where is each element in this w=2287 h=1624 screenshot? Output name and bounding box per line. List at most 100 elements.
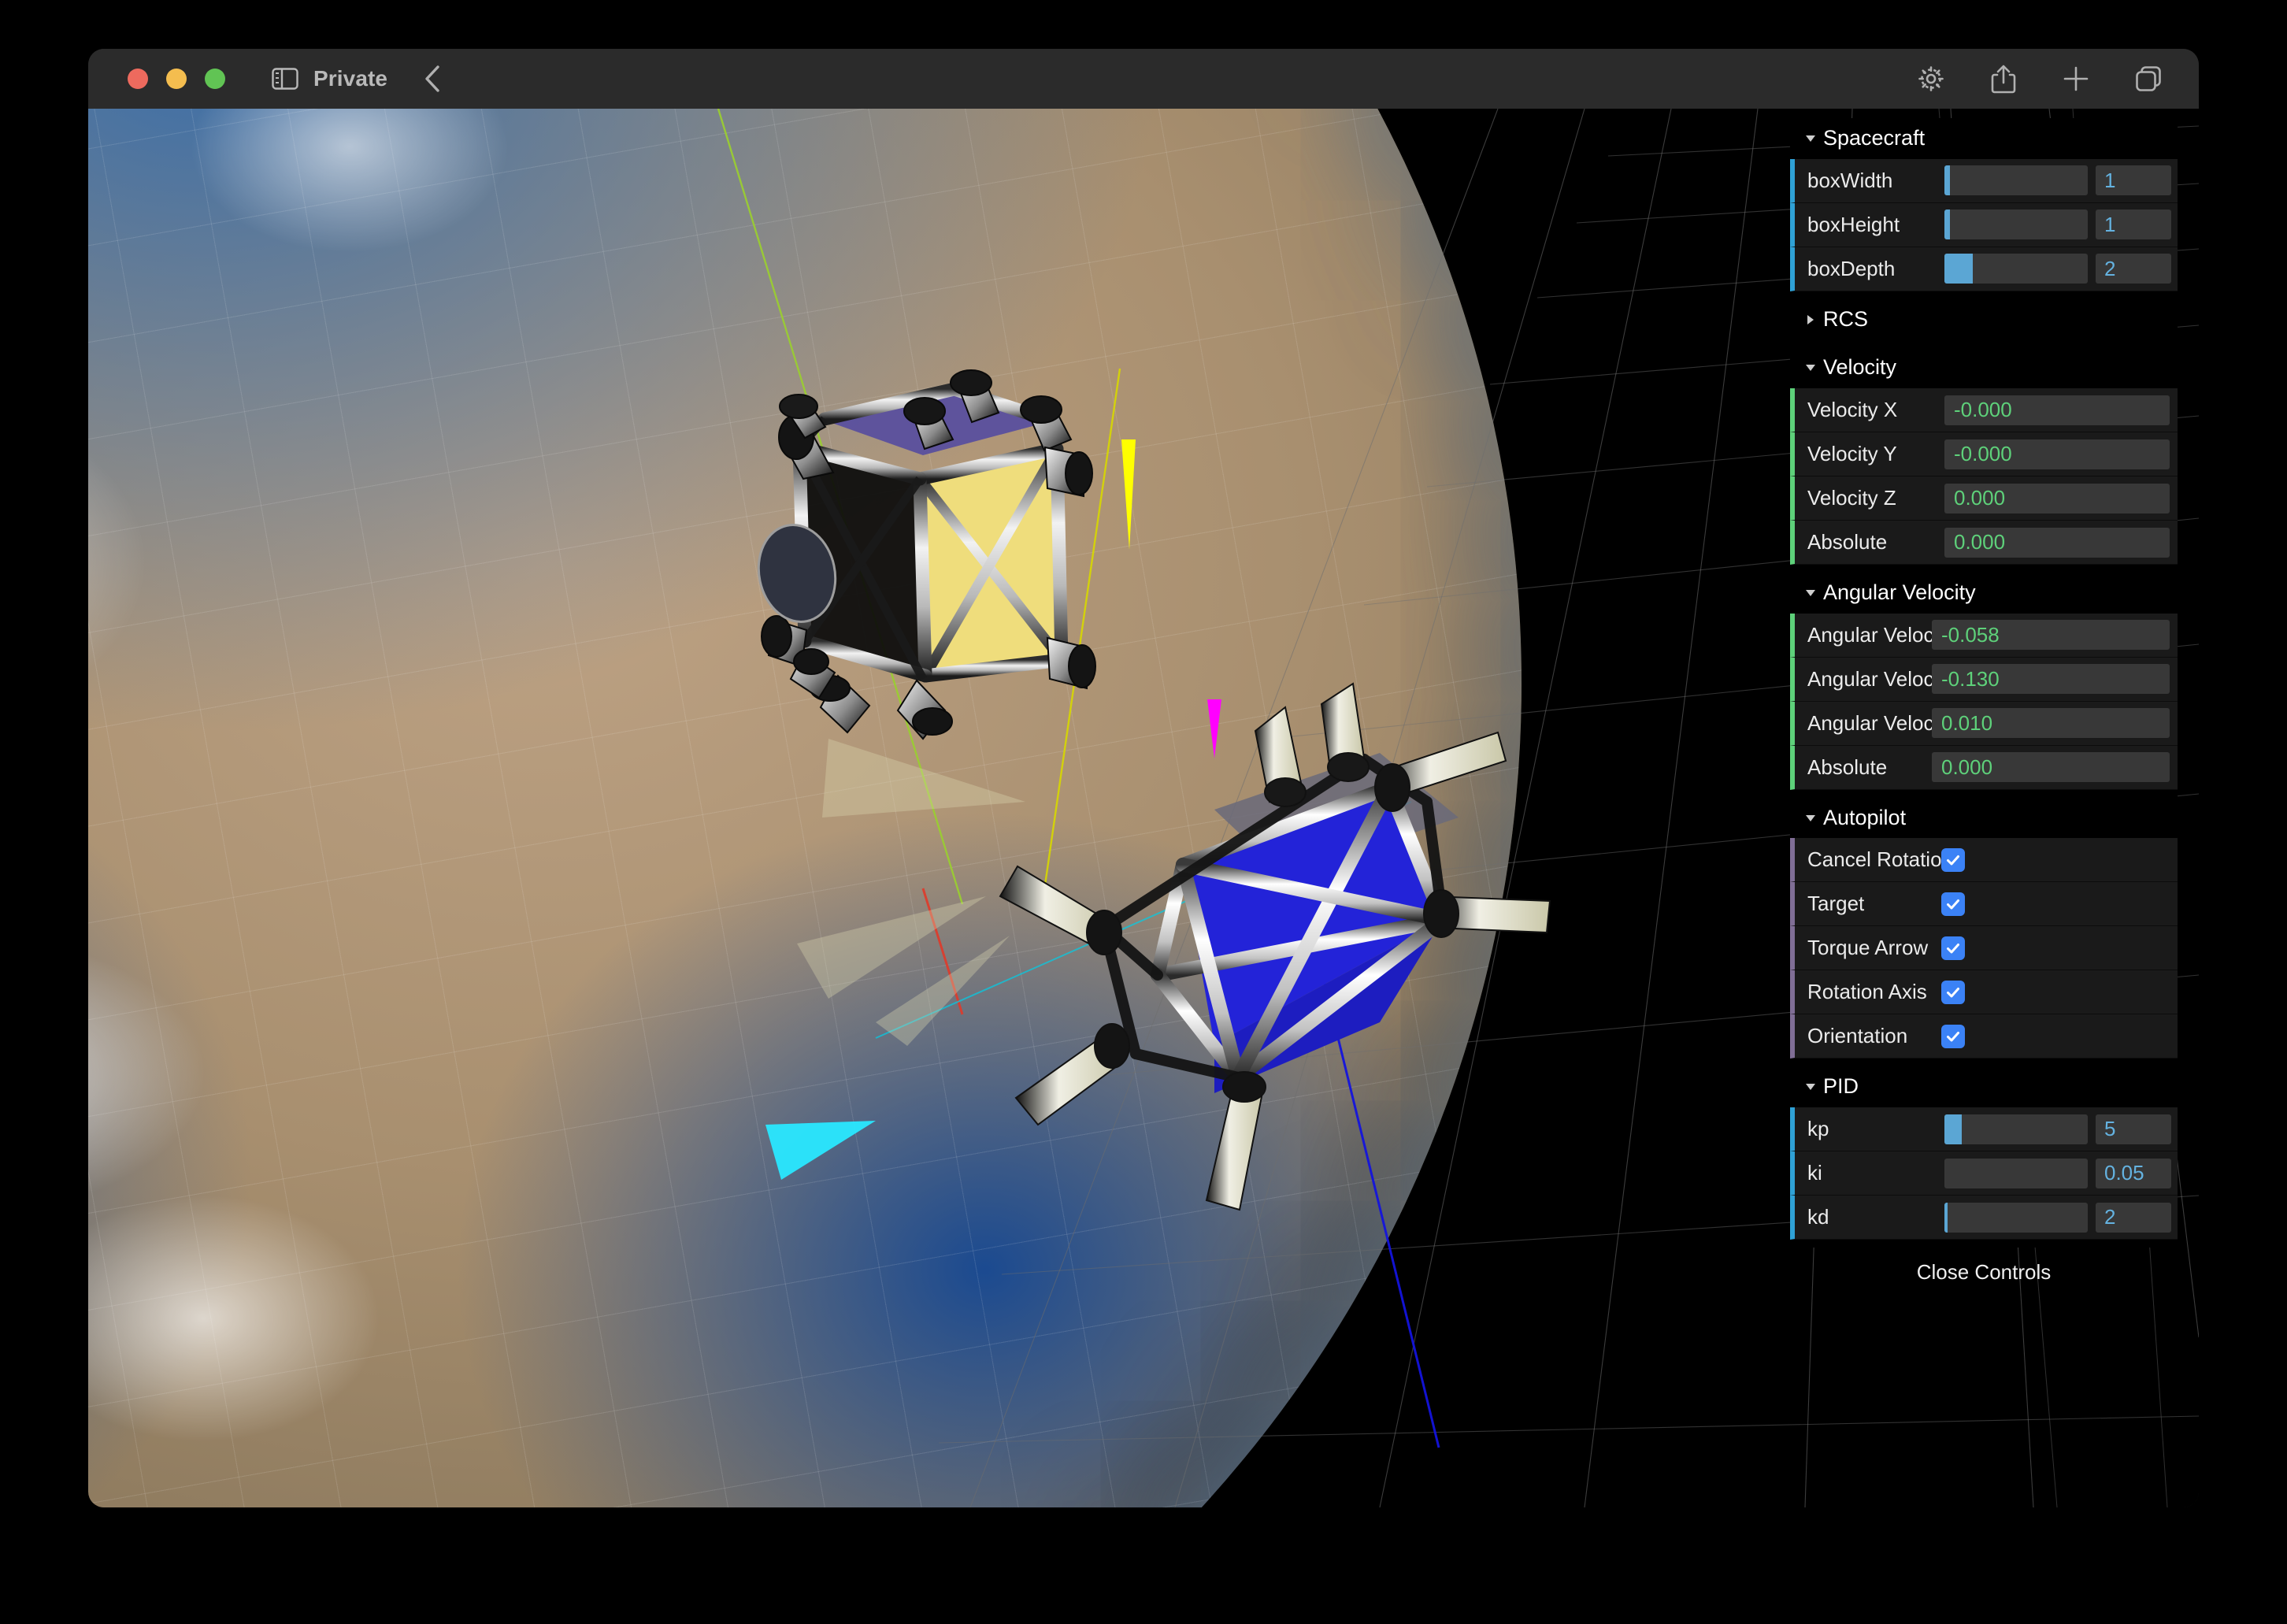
gui-folder-velocity: Velocity Velocity X -0.000 Velocity Y -0.000…: [1790, 347, 2178, 565]
sidebar-toggle-icon[interactable]: [269, 66, 301, 91]
chevron-down-icon: [1806, 365, 1815, 372]
gui-folder-rows: boxWidth 1 boxHeight 1 boxDepth 2: [1790, 158, 2178, 291]
private-browsing-label: Private: [313, 66, 388, 91]
gui-row: Velocity Y -0.000: [1790, 432, 2178, 477]
gui-row: boxWidth 1: [1790, 158, 2178, 203]
chevron-down-icon: [1806, 1084, 1815, 1091]
gui-row-label: Velocity X: [1807, 398, 1898, 422]
slider-fill: [1944, 254, 1974, 284]
gui-row: Absolute 0.000: [1790, 745, 2178, 790]
slider-kd[interactable]: [1944, 1202, 2088, 1233]
gui-folder-title-spacecraft[interactable]: Spacecraft: [1790, 118, 2178, 159]
folder-label: RCS: [1823, 306, 1869, 331]
close-window-button[interactable]: [128, 69, 148, 89]
gui-folder-rows: Cancel Rotation Target Torque Arrow Rotatio…: [1790, 838, 2178, 1059]
gui-row-label: Angular Velocity Y: [1807, 666, 1932, 691]
value-display-Velocity Y: -0.000: [1944, 439, 2170, 469]
gui-row-label: boxHeight: [1807, 212, 1900, 236]
gui-folder-spacecraft: Spacecraft boxWidth 1 boxHeight 1 boxDepth 2: [1790, 118, 2178, 291]
gui-folder-rows: kp 5 ki 0.05 kd 2: [1790, 1107, 2178, 1240]
checkbox-orientation[interactable]: [1941, 1024, 1965, 1048]
gui-row: Angular Velocity Z0.010: [1790, 701, 2178, 746]
gui-row-label: boxWidth: [1807, 168, 1893, 192]
number-input-ki[interactable]: 0.05: [2096, 1158, 2171, 1188]
checkbox-target[interactable]: [1941, 892, 1965, 916]
browser-toolbar-right: [1915, 63, 2164, 95]
slider-fill: [1944, 1114, 1962, 1144]
chevron-right-icon: [1807, 314, 1814, 324]
gui-row: Cancel Rotation: [1790, 838, 2178, 883]
close-controls-button[interactable]: Close Controls: [1790, 1248, 2178, 1285]
controls-panel: Spacecraft boxWidth 1 boxHeight 1 boxDepth 2 RC…: [1790, 118, 2178, 1285]
gui-row: Torque Arrow: [1790, 926, 2178, 971]
number-input-boxDepth[interactable]: 2: [2096, 254, 2171, 284]
checkbox-rotation-axis[interactable]: [1941, 980, 1965, 1004]
gui-folder-rows: Angular Velocity X-0.058Angular Velocity…: [1790, 613, 2178, 790]
gui-row: kp 5: [1790, 1107, 2178, 1152]
gui-row-label: Angular Velocity X: [1807, 622, 1932, 647]
gui-row-label: Absolute: [1807, 530, 1888, 554]
number-input-kp[interactable]: 5: [2096, 1114, 2171, 1144]
checkbox-cancel-rotation[interactable]: [1941, 847, 1965, 872]
value-display-Absolute: 0.000: [1944, 527, 2170, 558]
value-display-Velocity X: -0.000: [1944, 395, 2170, 425]
gui-folder-title-autopilot[interactable]: Autopilot: [1790, 797, 2178, 839]
gui-row-label: Orientation: [1807, 1024, 1908, 1048]
screenshot-root: Private Spacecraft boxWidth 1 boxHeight …: [0, 0, 2287, 1624]
number-input-boxHeight[interactable]: 1: [2096, 209, 2171, 240]
gui-folder-title-velocity[interactable]: Velocity: [1790, 347, 2178, 389]
value-display-Velocity Z: 0.000: [1944, 483, 2170, 514]
chevron-down-icon: [1806, 814, 1815, 821]
gui-row-label: ki: [1807, 1161, 1822, 1185]
value-display-Absolute: 0.000: [1932, 752, 2170, 783]
earth-lat-lon-grid: [88, 109, 1522, 1507]
gui-row-label: Torque Arrow: [1807, 936, 1929, 960]
plus-icon[interactable]: [2060, 63, 2092, 95]
chevron-down-icon: [1806, 135, 1815, 142]
checkbox-torque-arrow[interactable]: [1941, 936, 1965, 960]
browser-window: Private Spacecraft boxWidth 1 boxHeight …: [88, 49, 2199, 1507]
slider-ki[interactable]: [1944, 1158, 2088, 1188]
gui-row-label: boxDepth: [1807, 256, 1896, 280]
gui-folder-title-angular-velocity[interactable]: Angular Velocity: [1790, 573, 2178, 614]
value-display-Angular Velocity Z: 0.010: [1932, 708, 2170, 739]
gui-folder-autopilot: Autopilot Cancel Rotation Target Torque Arr…: [1790, 797, 2178, 1059]
folder-label: Angular Velocity: [1823, 580, 1976, 605]
back-chevron-icon[interactable]: [419, 65, 446, 92]
gui-row: Rotation Axis: [1790, 970, 2178, 1015]
gui-row-label: Absolute: [1807, 755, 1888, 779]
slider-boxWidth[interactable]: [1944, 165, 2088, 196]
gui-row: Angular Velocity X-0.058: [1790, 613, 2178, 658]
page-content: Spacecraft boxWidth 1 boxHeight 1 boxDepth 2 RC…: [88, 109, 2199, 1507]
share-icon[interactable]: [1988, 63, 2019, 95]
gui-row: ki 0.05: [1790, 1151, 2178, 1196]
slider-boxHeight[interactable]: [1944, 209, 2088, 240]
folder-separator: [1790, 291, 2178, 299]
gui-row-label: kd: [1807, 1205, 1829, 1229]
gui-row-label: Target: [1807, 892, 1865, 916]
slider-boxDepth[interactable]: [1944, 254, 2088, 284]
gui-folder-title-pid[interactable]: PID: [1790, 1066, 2178, 1108]
gui-row: boxHeight 1: [1790, 202, 2178, 247]
folder-separator: [1790, 1240, 2178, 1248]
folder-separator: [1790, 789, 2178, 798]
tab-overview-icon[interactable]: [2133, 63, 2164, 95]
folder-separator: [1790, 1059, 2178, 1067]
number-input-kd[interactable]: 2: [2096, 1202, 2171, 1233]
gear-icon[interactable]: [1915, 63, 1947, 95]
gui-folder-title-rcs[interactable]: RCS: [1790, 298, 2178, 340]
gui-row-label: Cancel Rotation: [1807, 847, 1941, 872]
gui-row: Absolute 0.000: [1790, 521, 2178, 565]
number-input-boxWidth[interactable]: 1: [2096, 165, 2171, 196]
slider-kp[interactable]: [1944, 1114, 2088, 1144]
minimize-window-button[interactable]: [166, 69, 187, 89]
earth-globe: [88, 109, 1522, 1507]
zoom-window-button[interactable]: [205, 69, 225, 89]
folder-label: Autopilot: [1823, 805, 1907, 829]
gui-row-label: kp: [1807, 1117, 1829, 1141]
browser-titlebar: Private: [88, 49, 2199, 109]
gui-row: Angular Velocity Y-0.130: [1790, 657, 2178, 702]
gui-folder-rcs: RCS: [1790, 298, 2178, 340]
gui-row: Target: [1790, 882, 2178, 927]
slider-fill: [1944, 165, 1951, 196]
